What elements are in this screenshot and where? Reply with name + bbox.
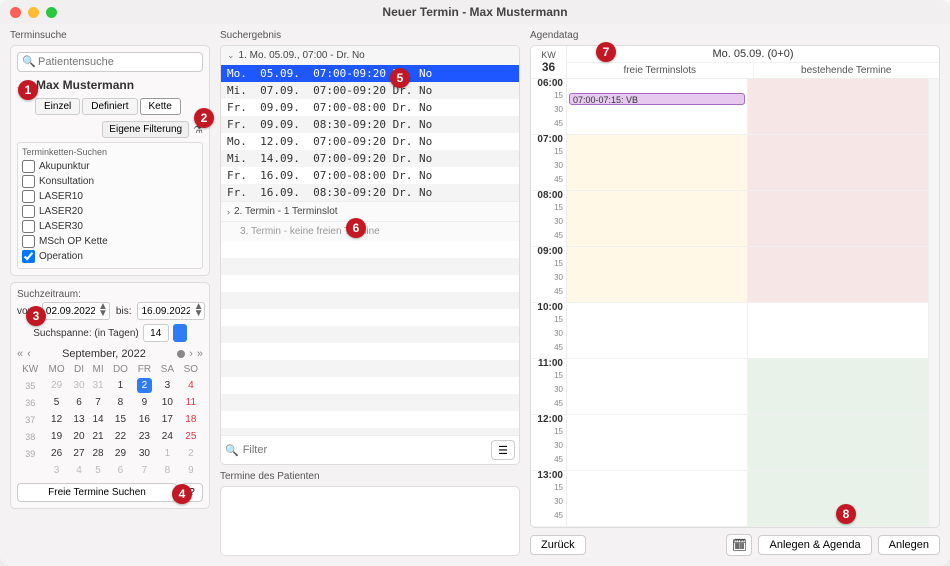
existing-column[interactable] (748, 79, 929, 527)
calendar-icon[interactable]: 🗓 (726, 534, 752, 556)
annotation-6: 6 (346, 218, 366, 238)
span-input[interactable] (143, 324, 169, 342)
day-date: Mo. 05.09. (0+0) (567, 46, 939, 62)
create-button[interactable]: Anlegen (878, 535, 940, 555)
search-icon: 🔍 (225, 444, 239, 457)
stepper-icon[interactable]: ▲▼ (98, 303, 108, 317)
chain-header: Terminketten-Suchen (22, 147, 198, 157)
result-slot[interactable]: Mi. 14.09. 07:00-09:20 Dr. No (221, 150, 519, 167)
tab-einzel[interactable]: Einzel (35, 98, 80, 115)
kw-label: KW (541, 50, 556, 60)
patient-terms-list (220, 486, 520, 556)
chain-item[interactable]: LASER10 (22, 189, 198, 204)
bis-label: bis: (116, 306, 132, 317)
section-suchergebnis: Suchergebnis (220, 30, 520, 41)
search-free-button[interactable]: Freie Termine Suchen (17, 483, 177, 502)
close-icon[interactable] (10, 7, 21, 18)
span-stepper-icon[interactable] (173, 324, 187, 342)
span-label: Suchspanne: (in Tagen) (33, 328, 138, 339)
patient-search-input[interactable] (17, 52, 203, 72)
cal-next-month-icon[interactable]: › (189, 348, 193, 360)
chain-item[interactable]: Konsultation (22, 174, 198, 189)
search-icon: 🔍 (22, 55, 36, 68)
result-slot[interactable]: Mi. 07.09. 07:00-09:20 Dr. No (221, 82, 519, 99)
list-options-icon[interactable]: ☰ (491, 440, 515, 460)
free-slots-column[interactable]: 07:00-07:15: VB (567, 79, 748, 527)
annotation-4: 4 (172, 484, 192, 504)
result-slot[interactable]: Mo. 12.09. 07:00-09:20 Dr. No (221, 133, 519, 150)
result-slot[interactable]: Fr. 16.09. 07:00-08:00 Dr. No (221, 167, 519, 184)
result-heading-3: 3. Termin - keine freien Termine (221, 221, 519, 241)
chain-item[interactable]: LASER30 (22, 219, 198, 234)
annotation-7: 7 (596, 42, 616, 62)
section-terminsuche: Terminsuche (10, 30, 210, 41)
fullscreen-icon[interactable] (46, 7, 57, 18)
stepper-icon[interactable]: ▲▼ (194, 303, 204, 317)
result-heading-2[interactable]: › 2. Termin - 1 Terminslot (221, 201, 519, 221)
scrollbar[interactable] (929, 79, 939, 527)
result-slot[interactable]: Fr. 16.09. 08:30-09:20 Dr. No (221, 184, 519, 201)
result-slot[interactable]: Fr. 09.09. 08:30-09:20 Dr. No (221, 116, 519, 133)
tab-kette[interactable]: Kette (140, 98, 181, 115)
cal-month-label: September, 2022 (62, 348, 146, 360)
annotation-3: 3 (26, 306, 46, 326)
own-filter-button[interactable]: Eigene Filterung (102, 121, 189, 138)
cal-today-icon[interactable] (177, 350, 185, 358)
kw-number: 36 (542, 60, 555, 74)
chain-list: Terminketten-Suchen AkupunkturKonsultati… (17, 142, 203, 269)
cal-prev-year-icon[interactable]: « (17, 348, 23, 360)
col-exist-header: bestehende Termine (754, 62, 940, 78)
annotation-1: 1 (18, 80, 38, 100)
annotation-8: 8 (836, 504, 856, 524)
chevron-down-icon: ⌄ (227, 50, 235, 61)
calendar[interactable]: KWMODIMIDOFRSASO352930311234365678910113… (17, 362, 203, 479)
titlebar: Neuer Termin - Max Mustermann (0, 0, 950, 24)
result-heading-1[interactable]: ⌄ 1. Mo. 05.09., 07:00 - Dr. No (221, 46, 519, 65)
col-free-header: freie Terminslots (567, 62, 754, 78)
chain-item[interactable]: Operation (22, 249, 198, 264)
cal-prev-month-icon[interactable]: ‹ (27, 348, 31, 360)
result-slot[interactable]: Mo. 05.09. 07:00-09:20 Dr. No (221, 65, 519, 82)
period-label: Suchzeitraum: (17, 289, 203, 300)
tab-definiert[interactable]: Definiert (82, 98, 137, 115)
appointment-vb[interactable]: 07:00-07:15: VB (569, 93, 745, 105)
annotation-2: 2 (194, 108, 214, 128)
result-slot[interactable]: Fr. 09.09. 07:00-08:00 Dr. No (221, 99, 519, 116)
chain-item[interactable]: Akupunktur (22, 159, 198, 174)
minimize-icon[interactable] (28, 7, 39, 18)
annotation-5: 5 (390, 68, 410, 88)
window-title: Neuer Termin - Max Mustermann (0, 5, 950, 19)
chain-item[interactable]: MSch OP Kette (22, 234, 198, 249)
result-filter-input[interactable] (243, 444, 487, 456)
create-agenda-button[interactable]: Anlegen & Agenda (758, 535, 871, 555)
section-termine-patient: Termine des Patienten (220, 471, 520, 482)
chain-item[interactable]: LASER20 (22, 204, 198, 219)
cal-next-year-icon[interactable]: » (197, 348, 203, 360)
patient-name: Max Mustermann (36, 78, 134, 92)
chevron-right-icon: › (227, 207, 230, 217)
back-button[interactable]: Zurück (530, 535, 586, 555)
section-agendatag: Agendatag (530, 30, 940, 41)
